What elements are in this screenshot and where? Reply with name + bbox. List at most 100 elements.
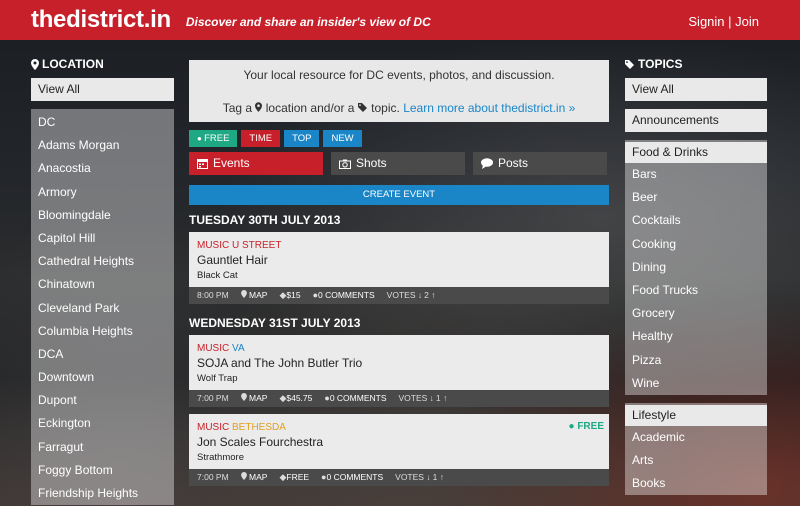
comments-label: 0 COMMENTS <box>318 290 375 300</box>
intro-box: Your local resource for DC events, photo… <box>189 60 609 122</box>
location-view-all[interactable]: View All <box>31 78 174 101</box>
map-link[interactable]: MAP <box>240 287 268 304</box>
event-card[interactable]: MUSIC U STREET Gauntlet Hair Black Cat <box>189 232 609 287</box>
auth-links: Signin | Join <box>688 14 759 29</box>
sidebar-item-location[interactable]: Downtown <box>31 366 174 389</box>
comments-link[interactable]: ● 0 COMMENTS <box>321 469 383 486</box>
event-category[interactable]: MUSIC <box>197 240 229 251</box>
topics-view-all[interactable]: View All <box>625 78 767 101</box>
event-location[interactable]: BETHESDA <box>232 422 286 433</box>
create-event-button[interactable]: CREATE EVENT <box>189 185 609 205</box>
filter-bar: ● FREE TIME TOP NEW <box>189 130 609 147</box>
vote-down-icon[interactable]: ↓ <box>427 393 434 403</box>
sidebar-item-topic[interactable]: Academic <box>625 426 767 449</box>
map-pin-icon <box>240 393 247 401</box>
sidebar-item-location[interactable]: Chinatown <box>31 273 174 296</box>
tab-shots[interactable]: Shots <box>331 152 465 175</box>
event-meta: 7:00 PM MAP ◆ $45.75 ● 0 COMMENTS VOTES ↓ 1 … <box>189 390 609 407</box>
filter-new[interactable]: NEW <box>323 130 362 147</box>
filter-top[interactable]: TOP <box>284 130 320 147</box>
map-link[interactable]: MAP <box>240 469 267 486</box>
sidebar-item-location[interactable]: Bloomingdale <box>31 204 174 227</box>
event-title[interactable]: Jon Scales Fourchestra <box>197 434 601 451</box>
filter-label: NEW <box>331 133 354 144</box>
event-list: TUESDAY 30TH JULY 2013 MUSIC U STREET Gaun… <box>189 208 609 486</box>
topic-announcements[interactable]: Announcements <box>625 109 767 132</box>
tab-posts[interactable]: Posts <box>473 152 607 175</box>
sidebar-item-location[interactable]: Dupont <box>31 389 174 412</box>
topics-sidebar: TOPICS View All Announcements Food & Dri… <box>625 50 767 496</box>
sidebar-item-topic[interactable]: Wine <box>625 372 767 395</box>
topic-food-drinks[interactable]: Food & Drinks <box>625 142 767 163</box>
tab-events[interactable]: Events <box>189 152 323 175</box>
vote-up-icon[interactable]: ↑ <box>441 393 447 403</box>
event-card[interactable]: MUSIC VA SOJA and The John Butler Trio Wol… <box>189 335 609 390</box>
sidebar-item-location[interactable]: Farragut <box>31 436 174 459</box>
sidebar-item-location[interactable]: Adams Morgan <box>31 134 174 157</box>
event-category[interactable]: MUSIC <box>197 422 229 433</box>
sidebar-item-topic[interactable]: Food Trucks <box>625 279 767 302</box>
site-logo[interactable]: thedistrict.in <box>31 6 171 34</box>
event-price: ◆ FREE <box>279 469 309 486</box>
map-link[interactable]: MAP <box>240 390 267 407</box>
sidebar-item-topic[interactable]: Pizza <box>625 349 767 372</box>
free-badge: ● FREE <box>569 421 605 432</box>
sidebar-item-topic[interactable]: Books <box>625 472 767 495</box>
sidebar-item-location[interactable]: Capitol Hill <box>31 227 174 250</box>
event-category[interactable]: MUSIC <box>197 343 229 354</box>
vote-up-icon[interactable]: ↑ <box>429 290 435 300</box>
event-location[interactable]: U STREET <box>232 240 281 251</box>
sidebar-item-location[interactable]: DCA <box>31 343 174 366</box>
event-location[interactable]: VA <box>232 343 245 354</box>
sidebar-item-location[interactable]: Eckington <box>31 412 174 435</box>
free-badge-label: FREE <box>577 421 604 432</box>
event-venue[interactable]: Strathmore <box>197 451 601 464</box>
sidebar-item-topic[interactable]: Healthy <box>625 325 767 348</box>
filter-free[interactable]: ● FREE <box>189 130 238 147</box>
tab-events-label: Events <box>213 156 250 170</box>
calendar-icon <box>197 159 208 169</box>
sidebar-item-location[interactable]: DC <box>31 111 174 134</box>
sidebar-item-topic[interactable]: Cooking <box>625 233 767 256</box>
join-link[interactable]: Join <box>735 14 759 29</box>
sidebar-item-location[interactable]: Columbia Heights <box>31 320 174 343</box>
sidebar-item-topic[interactable]: Bars <box>625 163 767 186</box>
sidebar-item-location[interactable]: Cleveland Park <box>31 297 174 320</box>
sidebar-item-location[interactable]: Foggy Bottom <box>31 459 174 482</box>
circle-icon: ● <box>197 134 205 143</box>
sidebar-item-topic[interactable]: Grocery <box>625 302 767 325</box>
sidebar-item-location[interactable]: Anacostia <box>31 157 174 180</box>
food-drinks-list: Food & Drinks Bars Beer Cocktails Cooking Di… <box>625 140 767 395</box>
event-tags: MUSIC VA <box>197 342 601 355</box>
intro-tag-text: topic. <box>371 101 400 115</box>
event-venue[interactable]: Wolf Trap <box>197 372 601 385</box>
event-title[interactable]: SOJA and The John Butler Trio <box>197 355 601 372</box>
sidebar-item-topic[interactable]: Beer <box>625 186 767 209</box>
sidebar-item-location[interactable]: Cathedral Heights <box>31 250 174 273</box>
sidebar-item-topic[interactable]: Dining <box>625 256 767 279</box>
topic-lifestyle[interactable]: Lifestyle <box>625 404 767 426</box>
event-time: 7:00 PM <box>197 393 229 403</box>
comments-link[interactable]: ● 0 COMMENTS <box>313 287 375 304</box>
map-label: MAP <box>249 290 268 300</box>
event-card[interactable]: MUSIC BETHESDA Jon Scales Fourchestra Stra… <box>189 414 609 469</box>
vote-down-icon[interactable]: ↓ <box>415 290 422 300</box>
vote-down-icon[interactable]: ↓ <box>424 472 430 482</box>
learn-more-link[interactable]: Learn more about thedistrict.in » <box>403 101 575 115</box>
event-title[interactable]: Gauntlet Hair <box>197 252 601 269</box>
sidebar-item-topic[interactable]: Cocktails <box>625 209 767 232</box>
main-feed: Your local resource for DC events, photo… <box>189 60 609 493</box>
event-venue[interactable]: Black Cat <box>197 269 601 282</box>
tag-icon <box>625 60 634 69</box>
sidebar-item-topic[interactable]: Arts <box>625 449 767 472</box>
comments-link[interactable]: ● 0 COMMENTS <box>324 390 386 407</box>
topics-heading: TOPICS <box>625 50 767 78</box>
event-price: ◆ $15 <box>279 287 300 304</box>
sidebar-item-location[interactable]: Armory <box>31 181 174 204</box>
intro-line: Your local resource for DC events, photo… <box>243 68 555 82</box>
sidebar-item-location[interactable]: Friendship Heights <box>31 482 174 505</box>
vote-up-icon[interactable]: ↑ <box>437 472 444 482</box>
signin-link[interactable]: Signin <box>688 14 724 29</box>
map-pin-icon <box>240 290 247 298</box>
filter-time[interactable]: TIME <box>241 130 281 147</box>
